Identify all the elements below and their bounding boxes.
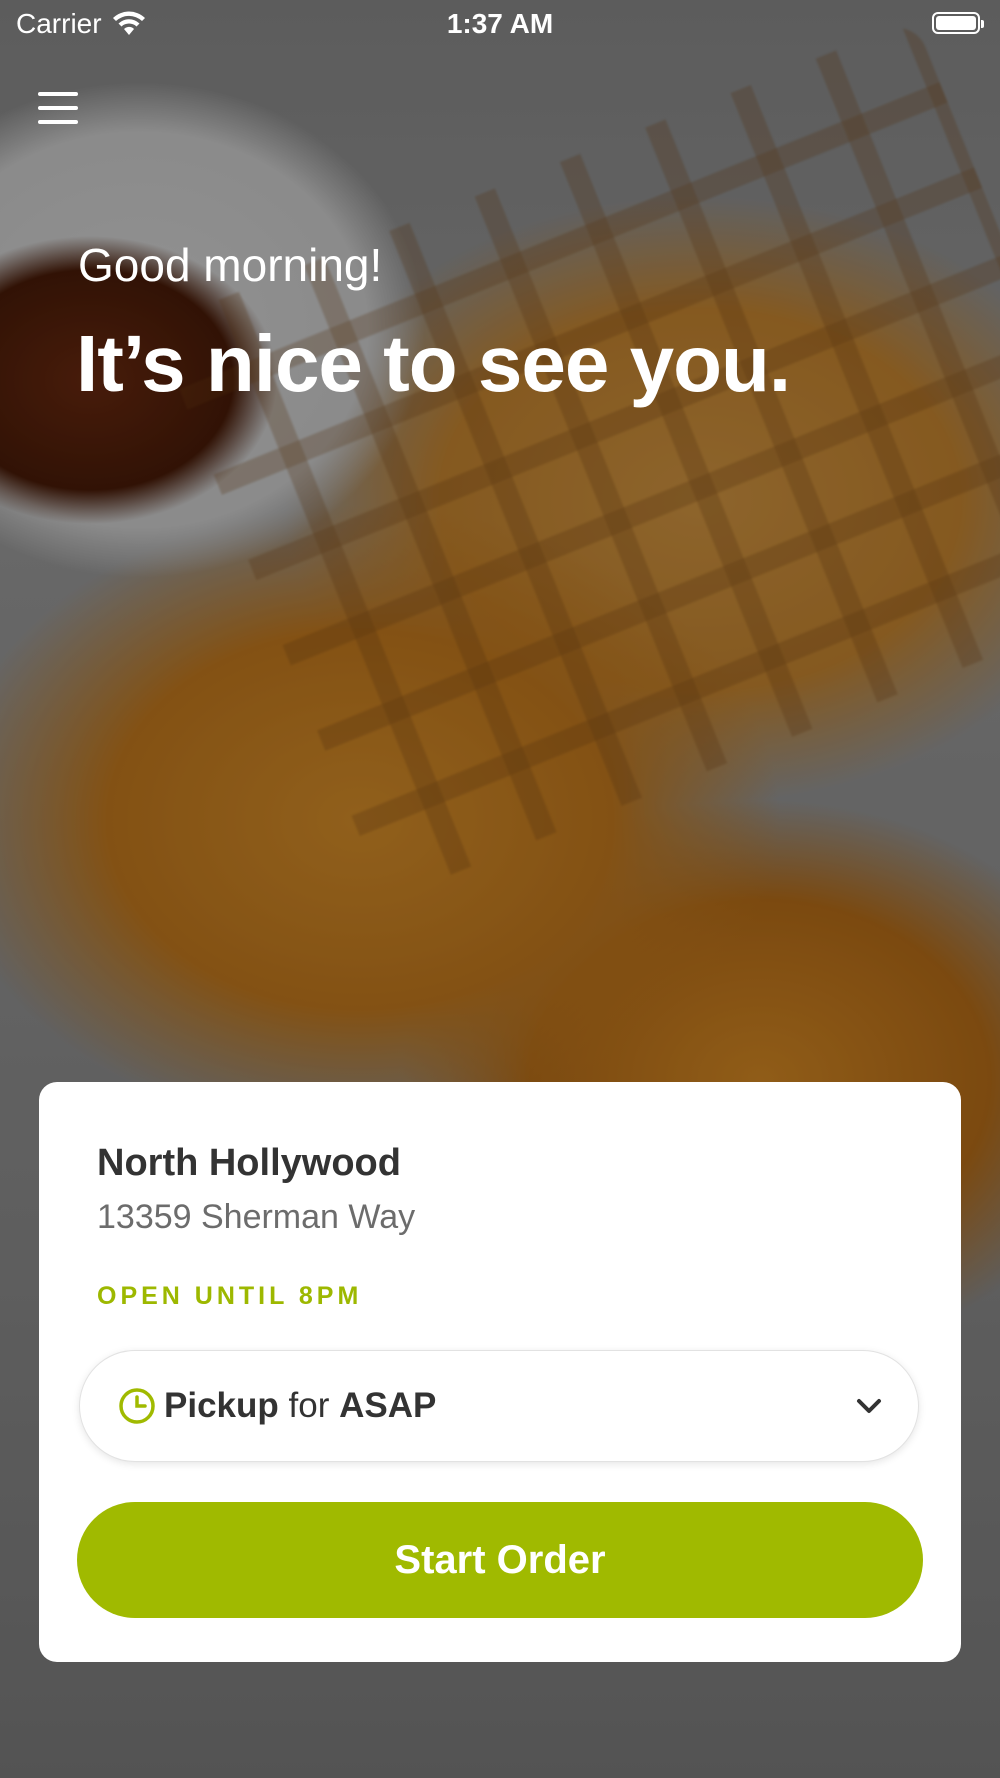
status-time: 1:37 AM: [446, 8, 554, 39]
location-name: North Hollywood: [97, 1142, 401, 1184]
chevron-down-icon[interactable]: [854, 1391, 884, 1421]
order-mode-label: Pickup: [164, 1386, 279, 1425]
clock-icon: [119, 1388, 155, 1424]
menu-icon[interactable]: [38, 92, 78, 132]
order-mode-selector[interactable]: Pickup for ASAP: [79, 1350, 919, 1462]
status-bar: Carrier 1:37 AM: [0, 0, 1000, 52]
order-time-label: ASAP: [339, 1386, 437, 1425]
battery-icon: [932, 12, 984, 34]
order-mode-text: Pickup for ASAP: [164, 1386, 436, 1426]
order-mode-connector: for: [288, 1386, 330, 1425]
start-order-button[interactable]: Start Order: [77, 1502, 923, 1618]
location-address: 13359 Sherman Way: [97, 1198, 416, 1236]
location-card: North Hollywood 13359 Sherman Way OPEN U…: [39, 1082, 961, 1662]
headline-text: It’s nice to see you.: [76, 319, 791, 408]
greeting-text: Good morning!: [78, 239, 383, 291]
location-hours: OPEN UNTIL 8PM: [97, 1282, 363, 1310]
